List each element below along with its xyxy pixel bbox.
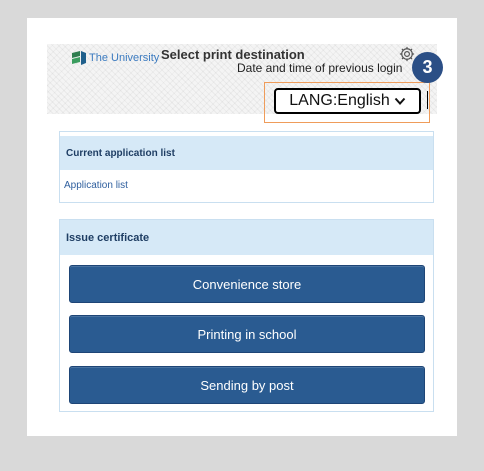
last-login-label: Date and time of previous login [237,61,403,75]
logo-text: The University [89,52,160,64]
page-title: Select print destination [161,47,305,62]
sending-by-post-button[interactable]: Sending by post [69,366,425,404]
issue-certificate-heading: Issue certificate [60,220,433,255]
chevron-down-icon [394,97,405,105]
app-window: The University Select print destination … [27,18,457,436]
language-select[interactable]: LANG:English [274,88,421,114]
language-select-value: LANG:English [289,92,390,109]
university-logo-icon [72,51,86,65]
convenience-store-button[interactable]: Convenience store [69,265,425,303]
step-number-badge: 3 [412,52,443,83]
text-cursor [427,91,428,109]
current-applications-heading: Current application list [60,136,433,170]
application-list-link[interactable]: Application list [60,170,433,200]
printing-in-school-button[interactable]: Printing in school [69,315,425,353]
university-logo[interactable]: The University [71,50,159,66]
current-applications-panel: Current application list Application lis… [59,131,434,203]
